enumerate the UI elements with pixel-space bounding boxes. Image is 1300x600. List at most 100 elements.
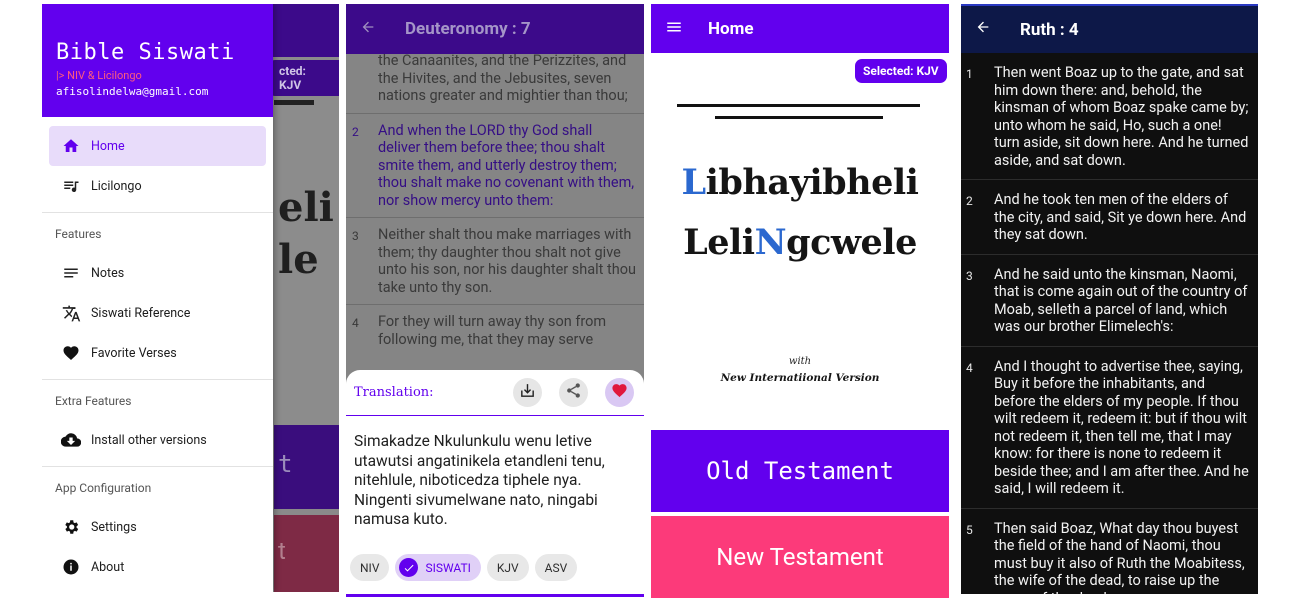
back-arrow-icon[interactable] bbox=[975, 19, 1015, 40]
home-screen: Home Selected: KJV Libhayibheli LeliNgcw… bbox=[651, 4, 949, 598]
verse-row[interactable]: 4 And I thought to advertise thee, sayin… bbox=[961, 347, 1258, 509]
verse-row[interactable]: 3 Neither shalt thou make marriages with… bbox=[346, 218, 644, 305]
chip-label: NIV bbox=[360, 560, 380, 575]
chip-label: SISWATI bbox=[425, 560, 471, 575]
notes-icon bbox=[61, 263, 81, 283]
drawer-item-label: Settings bbox=[91, 519, 137, 535]
drawer-item-label: Home bbox=[91, 138, 125, 154]
dimmed-logo-line-1: eli bbox=[278, 184, 334, 231]
logo-text: Leli bbox=[683, 222, 755, 263]
verse-number: 1 bbox=[966, 67, 973, 81]
app-bar: Deuteronomy : 7 bbox=[346, 4, 644, 54]
verse-row[interactable]: 1 Then went Boaz up to the gate, and sat… bbox=[961, 53, 1258, 180]
version-caption: New Internatiional Version bbox=[720, 372, 880, 384]
verse-text: the Canaanites, and the Perizzites, and … bbox=[378, 52, 628, 104]
verse-number: 4 bbox=[966, 360, 973, 375]
with-caption: with bbox=[788, 356, 812, 367]
drawer-item-label: Notes bbox=[91, 265, 125, 281]
app-subtitle: |> NIV & Licilongo bbox=[56, 69, 142, 82]
drawer-item-install-versions[interactable]: Install other versions bbox=[49, 420, 266, 460]
app-configuration-section: App Configuration Settings About bbox=[42, 466, 273, 587]
cloud-download-icon bbox=[61, 430, 81, 450]
decorative-line bbox=[677, 104, 920, 107]
page-title: Home bbox=[708, 18, 754, 39]
drawer-item-about[interactable]: About bbox=[49, 547, 266, 587]
chip-asv[interactable]: ASV bbox=[534, 554, 578, 581]
drawer-item-label: Install other versions bbox=[91, 432, 207, 448]
features-section: Features Notes Siswati Reference Favorit… bbox=[42, 212, 273, 373]
check-icon bbox=[399, 558, 419, 577]
old-testament-button[interactable]: Old Testament bbox=[651, 430, 949, 512]
translation-sheet: Translation: Simakadze Nkulunkulu wenu l… bbox=[346, 370, 644, 598]
verse-text: And he took ten men of the elders of the… bbox=[994, 191, 1247, 243]
verse-text: Then went Boaz up to the gate, and sat h… bbox=[994, 64, 1249, 169]
dimmed-old-testament-button: t bbox=[274, 425, 339, 509]
verse-number: 4 bbox=[352, 316, 359, 330]
app-bar: Ruth : 4 bbox=[961, 4, 1258, 53]
dimmed-logo-text: eli le bbox=[278, 182, 334, 286]
download-button[interactable] bbox=[513, 378, 542, 407]
sheet-bottom-divider bbox=[346, 594, 644, 597]
translate-icon bbox=[61, 303, 81, 323]
dimmed-new-testament-button: t bbox=[274, 515, 339, 592]
drawer-item-label: Licilongo bbox=[91, 178, 142, 194]
share-icon bbox=[565, 382, 582, 403]
verse-row[interactable]: 5 Then said Boaz, What day thou buyest t… bbox=[961, 509, 1258, 595]
chip-niv[interactable]: NIV bbox=[350, 554, 390, 581]
heart-icon bbox=[611, 382, 628, 403]
navigation-drawer: Bible Siswati |> NIV & Licilongo afisoli… bbox=[42, 4, 273, 592]
verse-row[interactable]: 3 And he said unto the kinsman, Naomi, t… bbox=[961, 255, 1258, 347]
decorative-line bbox=[715, 116, 883, 119]
drawer-header: Bible Siswati |> NIV & Licilongo afisoli… bbox=[42, 4, 273, 117]
download-icon bbox=[519, 382, 536, 403]
favorite-button[interactable] bbox=[605, 378, 634, 407]
heart-icon bbox=[61, 343, 81, 363]
verse-row[interactable]: 4 For they will turn away thy son from f… bbox=[346, 305, 644, 356]
chip-kjv[interactable]: KJV bbox=[486, 554, 529, 581]
chip-label: ASV bbox=[544, 560, 568, 575]
chapter-screen: Deuteronomy : 7 the Canaanites, and the … bbox=[346, 4, 644, 598]
verse-text: And he said unto the kinsman, Naomi, tha… bbox=[994, 265, 1248, 336]
logo-line-1: Libhayibheli bbox=[651, 162, 949, 203]
logo-accent-letter: N bbox=[754, 222, 787, 263]
verse-number bbox=[350, 52, 378, 105]
menu-icon[interactable] bbox=[665, 18, 683, 40]
drawer-item-label: Siswati Reference bbox=[91, 305, 191, 321]
extra-features-section: Extra Features Install other versions bbox=[42, 379, 273, 460]
drawer-item-favorite-verses[interactable]: Favorite Verses bbox=[49, 333, 266, 373]
contact-email[interactable]: afisolindelwa@gmail.com bbox=[56, 85, 273, 98]
verse-number: 5 bbox=[966, 522, 973, 537]
ruth-chapter-screen: Ruth : 4 1 Then went Boaz up to the gate… bbox=[961, 4, 1258, 594]
section-title: App Configuration bbox=[55, 481, 152, 495]
drawer-item-label: Favorite Verses bbox=[91, 345, 177, 361]
verse-text: For they will turn away thy son from fol… bbox=[378, 313, 607, 348]
verse-number: 3 bbox=[352, 229, 359, 243]
drawer-item-label: About bbox=[91, 559, 125, 575]
verse-number: 2 bbox=[966, 194, 973, 208]
section-title: Features bbox=[55, 227, 102, 241]
verse-row[interactable]: the Canaanites, and the Perizzites, and … bbox=[346, 52, 644, 114]
logo-text: ibhayibheli bbox=[705, 162, 919, 203]
gear-icon bbox=[61, 517, 81, 537]
playlist-icon bbox=[61, 176, 81, 196]
verse-number: 2 bbox=[352, 124, 359, 139]
dimmed-selected-badge: cted: KJV bbox=[269, 60, 339, 96]
share-button[interactable] bbox=[559, 378, 588, 407]
chip-siswati[interactable]: SISWATI bbox=[395, 554, 481, 581]
app-bar: Home bbox=[651, 4, 949, 53]
new-testament-button[interactable]: New Testament bbox=[651, 516, 949, 598]
dimmed-divider bbox=[274, 100, 314, 105]
logo-line-2: LeliNgcwele bbox=[651, 222, 949, 263]
selected-version-badge[interactable]: Selected: KJV bbox=[855, 59, 947, 83]
drawer-item-licilongo[interactable]: Licilongo bbox=[49, 166, 266, 206]
drawer-item-home[interactable]: Home bbox=[49, 126, 266, 166]
verse-row[interactable]: 2 And he took ten men of the elders of t… bbox=[961, 180, 1258, 255]
back-arrow-icon[interactable] bbox=[360, 19, 400, 40]
verse-row-highlighted[interactable]: 2 And when the LORD thy God shall delive… bbox=[346, 114, 644, 218]
drawer-item-notes[interactable]: Notes bbox=[49, 253, 266, 293]
translation-label: Translation: bbox=[354, 385, 434, 400]
verse-text: Then said Boaz, What day thou buyest the… bbox=[994, 519, 1245, 595]
drawer-item-settings[interactable]: Settings bbox=[49, 507, 266, 547]
chip-label: KJV bbox=[496, 560, 519, 575]
drawer-item-siswati-reference[interactable]: Siswati Reference bbox=[49, 293, 266, 333]
